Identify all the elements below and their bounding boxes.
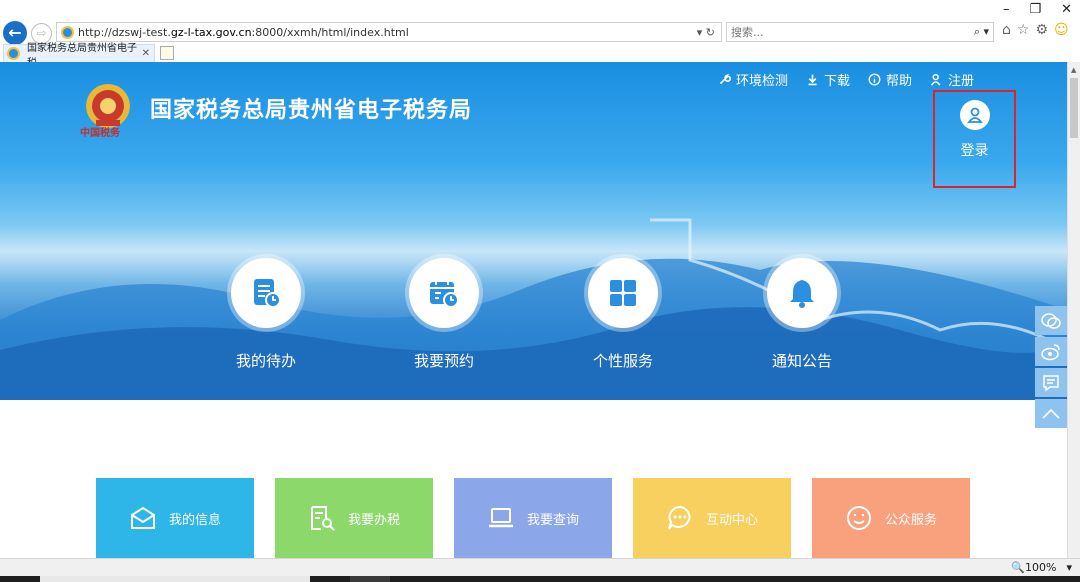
download-icon [808,74,817,86]
toolbar-icons: ⌂ ☆ ⚙ ☺ [1002,22,1069,38]
calendar-icon [430,279,459,308]
search-box[interactable]: ⌕ ▾ [726,22,994,42]
hero-item-personal-service[interactable]: 个性服务 [581,254,665,371]
minimize-button[interactable]: – [1003,2,1010,17]
browser-chrome: – ❐ ✕ ← ⇨ http://dzswj-test.gz-l-tax.gov… [0,0,1080,69]
browser-status-bar: 🔍100% ▾ [0,558,1080,576]
tab-bar: 国家税务总局贵州省电子税 ✕ [0,43,1080,69]
emblem-text: 中国税务 [80,128,120,139]
feedback-smiley-icon[interactable]: ☺ [1054,22,1069,38]
todo-icon [254,279,281,308]
hero-item-appointment[interactable]: 我要预约 [402,254,486,371]
user-icon [959,100,990,130]
back-to-top-button[interactable] [1035,399,1067,428]
great-wall-landscape [0,218,1067,400]
info-icon [868,73,881,86]
close-window-button[interactable]: ✕ [1061,2,1072,17]
tab-page-icon [7,47,20,60]
help-link[interactable]: 帮助 [868,70,912,89]
url-text: http://dzswj-test.gz-l-tax.gov.cn:8000/x… [78,25,409,39]
envelope-icon [130,506,155,529]
hero-item-todo[interactable]: 我的待办 [224,254,308,371]
floating-toolbar [1035,306,1067,428]
card-interaction[interactable]: 互动中心 [633,478,791,558]
settings-gear-icon[interactable]: ⚙ [1035,22,1048,38]
scroll-thumb[interactable] [1070,78,1078,138]
message-button[interactable] [1035,368,1067,397]
new-tab-button[interactable] [160,46,174,60]
card-label: 公众服务 [884,512,937,528]
card-handle-tax[interactable]: 我要办税 [275,478,433,558]
card-query[interactable]: 我要查询 [454,478,612,558]
taskbar-app[interactable] [350,576,390,582]
grid-icon [610,280,636,306]
smile-icon [846,506,871,530]
window-controls: – ❐ ✕ [1003,0,1072,18]
tab-active[interactable]: 国家税务总局贵州省电子税 ✕ [3,43,155,69]
top-links: 环境检测 下载 帮助 注册 [718,70,974,89]
weibo-button[interactable] [1035,337,1067,366]
address-bar[interactable]: http://dzswj-test.gz-l-tax.gov.cn:8000/x… [56,22,722,42]
card-public-service[interactable]: 公众服务 [812,478,970,558]
register-label: 注册 [948,74,975,89]
scroll-up-icon[interactable]: ▲ [1071,66,1076,74]
card-label: 互动中心 [705,512,758,528]
restore-button[interactable]: ❐ [1029,2,1041,17]
env-check-link[interactable]: 环境检测 [718,70,788,89]
env-check-label: 环境检测 [736,74,789,89]
search-icon[interactable]: ⌕ ▾ [974,25,989,39]
hero-banner: 中国税务 国家税务总局贵州省电子税务局 环境检测 下载 帮助 注册 登录 我的待… [0,62,1067,400]
register-link[interactable]: 注册 [930,70,974,89]
wechat-icon [1041,312,1061,329]
download-label: 下载 [824,74,851,89]
hero-item-label: 个性服务 [592,352,653,370]
card-my-info[interactable]: 我的信息 [96,478,254,558]
back-button[interactable]: ← [3,21,27,45]
bell-icon [790,280,814,308]
card-label: 我的信息 [168,512,221,528]
user-register-icon [931,73,941,86]
home-icon[interactable]: ⌂ [1002,22,1011,38]
page-scrollbar[interactable]: ▲ [1067,62,1080,558]
login-button[interactable]: 登录 [933,90,1016,188]
wechat-button[interactable] [1035,306,1067,335]
hero-item-label: 通知公告 [771,352,832,370]
refresh-dropdown-icon[interactable]: ▾ ↻ [697,26,715,39]
laptop-icon [488,508,513,528]
document-search-icon [310,506,335,531]
weibo-icon [1041,343,1060,360]
zoom-control[interactable]: 🔍100% ▾ [1011,561,1072,574]
card-label: 我要办税 [347,512,400,528]
site-title: 国家税务总局贵州省电子税务局 [150,98,473,123]
service-cards: 我的信息 我要办税 我要查询 互动中心 公众服务 [0,478,1067,558]
favorites-star-icon[interactable]: ☆ [1017,22,1030,38]
zoom-level: 🔍100% [1011,561,1057,574]
hero-item-label: 我要预约 [413,352,474,370]
os-taskbar [0,576,1080,582]
hero-item-notices[interactable]: 通知公告 [760,254,844,371]
chat-icon [668,505,691,530]
search-input[interactable] [731,25,974,39]
tab-close-icon[interactable]: ✕ [142,48,150,59]
card-label: 我要查询 [526,512,579,528]
zoom-dropdown-icon[interactable]: ▾ [1066,561,1072,574]
ie-page-icon [61,25,74,39]
wrench-icon [719,73,731,85]
taskbar-search-box[interactable] [40,576,310,582]
message-icon [1043,374,1059,391]
help-label: 帮助 [886,74,913,89]
back-to-top-icon [1042,408,1060,419]
login-label: 登录 [960,143,989,159]
download-link[interactable]: 下载 [806,70,850,89]
hero-item-label: 我的待办 [235,352,296,370]
